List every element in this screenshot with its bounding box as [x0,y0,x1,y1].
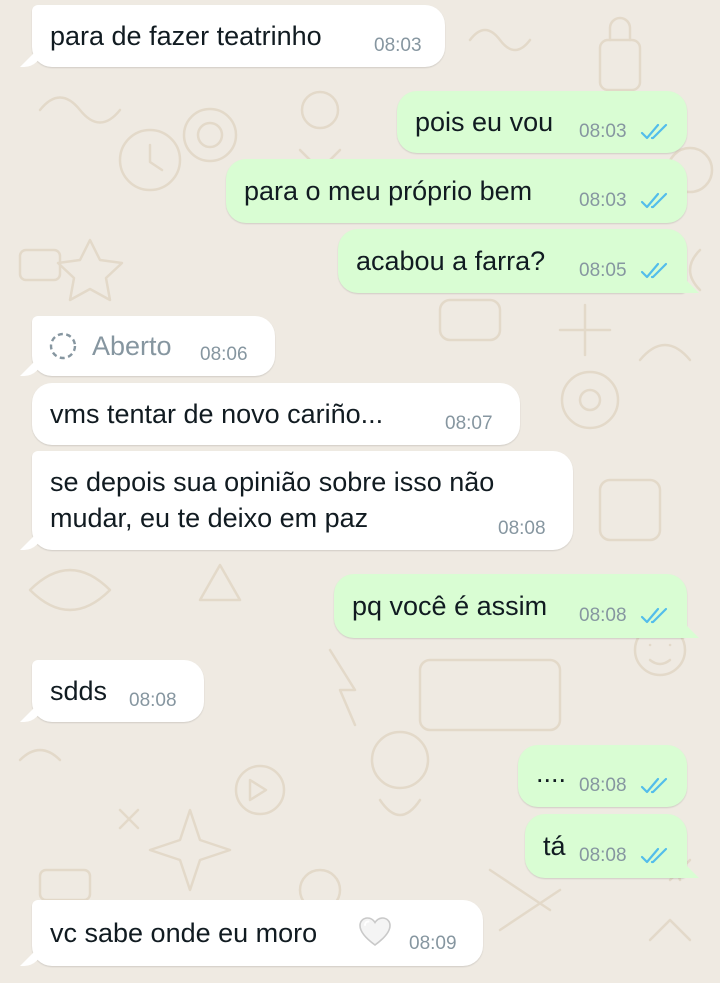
read-receipt-icon [640,777,668,794]
message-time: 08:08 [129,690,177,711]
incoming-message[interactable]: se depois sua opinião sobre isso não mud… [32,451,573,550]
message-text: pois eu vou [415,107,554,137]
incoming-message[interactable]: vc sabe onde eu moro 08:09 [32,900,483,966]
outgoing-message[interactable]: para o meu próprio bem 08:03 [226,159,687,223]
message-text: pq você é assim [352,591,548,621]
message-text: sdds [50,676,108,706]
message-text: .... [536,758,567,788]
chat-message-list[interactable]: para de fazer teatrinho 08:03 pois eu vo… [0,0,720,983]
message-text: para o meu próprio bem [244,176,533,206]
message-text-line-1: se depois sua opinião sobre isso não [50,467,495,497]
message-text: tá [543,831,566,861]
message-text: vms tentar de novo cariño... [50,399,384,429]
message-time: 08:03 [374,35,422,56]
read-receipt-icon [640,847,668,864]
outgoing-message[interactable]: .... 08:08 [518,745,687,807]
outgoing-message[interactable]: pois eu vou 08:03 [397,91,687,153]
message-time: 08:09 [409,933,457,954]
incoming-message[interactable]: vms tentar de novo cariño... 08:07 [32,383,520,445]
incoming-view-once-message[interactable]: Aberto 08:06 [32,316,275,376]
read-receipt-icon [640,192,668,209]
message-text: acabou a farra? [356,246,546,276]
outgoing-message[interactable]: acabou a farra? 08:05 [338,229,687,293]
message-time: 08:07 [445,413,493,434]
message-time: 08:08 [579,605,627,626]
message-time: 08:06 [200,344,248,365]
message-time: 08:08 [579,775,627,796]
view-once-status: Aberto [92,331,172,361]
message-time: 08:03 [579,121,627,142]
incoming-message[interactable]: para de fazer teatrinho 08:03 [32,5,445,67]
message-time: 08:08 [579,845,627,866]
message-time: 08:03 [579,190,627,211]
read-receipt-icon [640,123,668,140]
message-text: para de fazer teatrinho [50,21,322,51]
read-receipt-icon [640,262,668,279]
message-text-line-2: mudar, eu te deixo em paz [50,503,369,533]
message-time: 08:05 [579,260,627,281]
read-receipt-icon [640,607,668,624]
view-once-opened-icon [49,332,77,360]
message-time: 08:08 [498,518,546,539]
outgoing-message[interactable]: pq você é assim 08:08 [334,574,687,638]
outgoing-message[interactable]: tá 08:08 [525,814,687,878]
incoming-message[interactable]: sdds 08:08 [32,660,204,722]
white-heart-emoji [359,917,391,946]
message-text: vc sabe onde eu moro [50,918,318,948]
